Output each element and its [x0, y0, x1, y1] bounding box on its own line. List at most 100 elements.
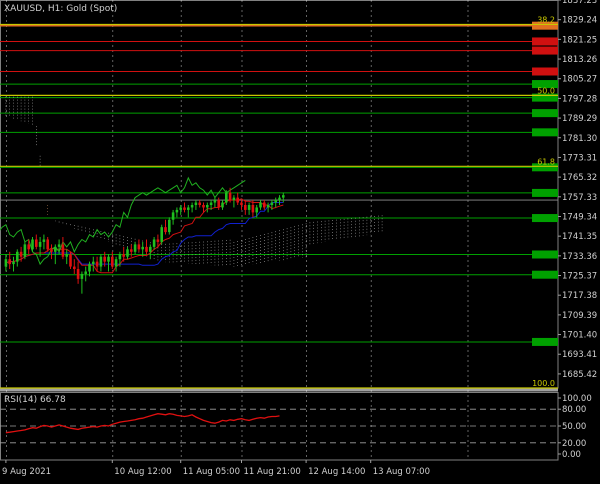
candle-body	[76, 269, 80, 279]
candle-body	[175, 209, 179, 213]
candle-body	[69, 254, 72, 267]
rsi-label: RSI(14) 66.78	[4, 395, 66, 405]
candle-body	[92, 261, 95, 265]
price-tick-label: 1709.39	[562, 311, 597, 321]
candle-body	[38, 241, 42, 247]
candle-body	[54, 246, 57, 252]
time-tick-label: 10 Aug 12:00	[114, 467, 171, 477]
candle-body	[255, 207, 258, 213]
time-tick-label: 11 Aug 21:00	[244, 467, 301, 477]
candle-body	[133, 244, 137, 252]
grid-lines	[0, 0, 559, 461]
fib-label: 61.8	[537, 157, 555, 166]
price-tick-label: 1773.31	[562, 153, 597, 163]
symbol-label: XAUUSD, H1: Gold (Spot)	[4, 4, 117, 14]
candle-body	[259, 202, 262, 208]
fib-label: 50.0	[537, 86, 555, 95]
candle-body	[282, 195, 285, 198]
price-tick-label: 1813.26	[562, 55, 597, 65]
time-tick-label: 11 Aug 05:00	[183, 467, 240, 477]
price-tick-label: 1789.29	[562, 114, 597, 124]
candle-body	[251, 204, 255, 213]
candle-body	[179, 207, 182, 210]
rsi-tick-label: 100.00	[562, 394, 592, 404]
price-axis: 1837.23 1829.24 1821.25 1813.26 1805.27 1797.…	[558, 0, 597, 380]
main-frame	[0, 0, 559, 389]
candle-body	[130, 249, 133, 252]
price-tick-label: 1797.28	[562, 94, 597, 104]
indicator-lines	[0, 176, 284, 274]
candle-body	[270, 202, 274, 205]
rsi-panel: 100.0080.00 50.00 20.000.00	[0, 394, 592, 460]
price-tick-label: 1829.24	[562, 16, 597, 26]
price-tick-label: 1701.40	[562, 331, 597, 341]
price-tick-label: 1741.35	[562, 232, 597, 242]
candle-body	[209, 202, 213, 205]
price-tick-label: 1717.38	[562, 291, 597, 301]
candle-body	[225, 192, 228, 203]
candle-body	[57, 244, 61, 247]
chart-canvas[interactable]: 38.250.061.8100.0 1837.231829.241821.251…	[0, 0, 600, 480]
trading-chart[interactable]: 38.2 50.0 61.8 100.0 1837.23 1829.24 1821.25 1…	[0, 0, 600, 480]
candle-body	[137, 244, 141, 250]
level-tag	[532, 337, 558, 346]
candle-body	[80, 273, 84, 279]
candle-body	[274, 200, 277, 203]
candle-body	[42, 239, 46, 242]
level-tag	[532, 128, 558, 137]
candle-body	[168, 219, 171, 233]
price-tick-label: 1837.23	[562, 0, 597, 6]
candle-body	[4, 259, 8, 267]
price-tick-label: 1725.37	[562, 272, 597, 282]
rsi-tick-label: 50.00	[562, 422, 586, 432]
candle-body	[23, 244, 27, 257]
time-tick-label: 12 Aug 14:00	[308, 467, 365, 477]
candle-body	[149, 246, 152, 252]
candle-body	[164, 227, 167, 233]
candle-body	[19, 251, 23, 257]
price-tick-label: 1749.34	[562, 212, 597, 222]
candle-body	[141, 246, 144, 250]
candle-body	[118, 254, 122, 260]
candle-body	[145, 246, 148, 252]
level-tag	[532, 214, 558, 223]
candle-body	[190, 204, 194, 208]
candle-body	[31, 239, 34, 250]
candle-body	[156, 239, 160, 242]
level-tag	[532, 270, 558, 279]
candle-body	[12, 261, 15, 265]
candle-body	[61, 244, 65, 257]
price-tick-label: 1805.27	[562, 75, 597, 85]
price-tick-label: 1757.33	[562, 193, 597, 203]
candle-body	[217, 200, 220, 208]
candle-body	[111, 256, 114, 267]
candle-body	[88, 264, 91, 272]
ichimoku-cloud	[5, 96, 383, 267]
candle-body	[27, 244, 30, 250]
price-tick-label: 1733.36	[562, 252, 597, 262]
candle-body	[65, 254, 68, 257]
candle-body	[126, 249, 129, 257]
level-tag	[532, 46, 558, 55]
candle-body	[278, 197, 281, 201]
candle-body	[202, 204, 205, 208]
rsi-tick-label: 0.00	[562, 450, 581, 460]
candle-body	[263, 202, 266, 208]
candle-body	[171, 212, 175, 220]
price-tick-label: 1693.41	[562, 350, 597, 360]
level-tag	[532, 250, 558, 259]
candle-body	[73, 266, 76, 270]
time-tick-label: 13 Aug 07:00	[373, 467, 430, 477]
level-tag	[532, 37, 558, 46]
candle-body	[213, 200, 217, 203]
candle-body	[244, 204, 247, 210]
candle-body	[84, 271, 87, 274]
candle-body	[198, 202, 201, 205]
candle-body	[160, 227, 163, 242]
price-tick-label: 1765.32	[562, 173, 597, 183]
candle-body	[46, 239, 49, 250]
price-tick-label: 1781.30	[562, 134, 597, 144]
rsi-tick-label: 20.00	[562, 439, 586, 449]
candle-body	[122, 254, 125, 257]
candle-body	[183, 207, 186, 210]
